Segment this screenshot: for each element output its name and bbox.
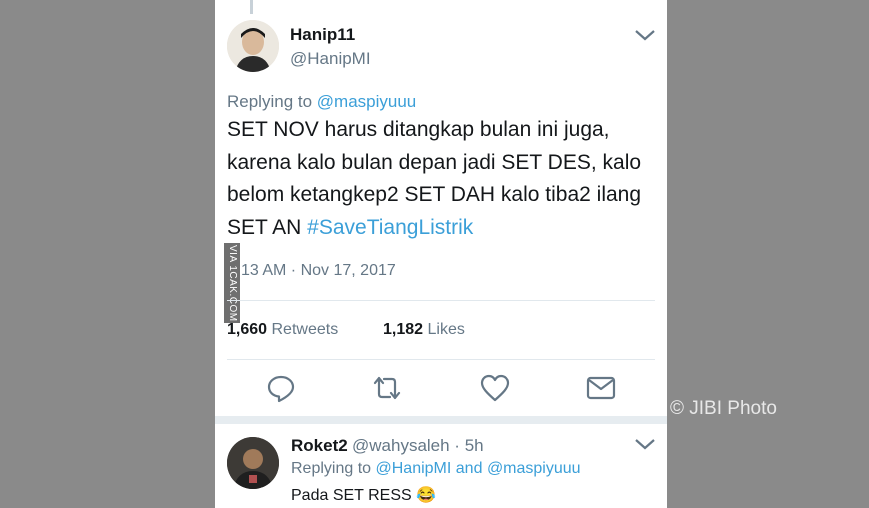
author-avatar[interactable] (227, 20, 279, 72)
reply-author-handle-time[interactable]: @wahysaleh · 5h (352, 436, 484, 456)
replying-label: Replying to (291, 460, 372, 477)
retweets-count: 1,660 (227, 321, 268, 338)
retweets-stat[interactable]: 1,660 Retweets (227, 321, 338, 339)
reply-author-avatar[interactable] (227, 437, 279, 489)
message-icon[interactable] (585, 372, 617, 404)
corner-watermark: © JIBI Photo (670, 398, 777, 419)
chevron-down-icon[interactable] (634, 28, 656, 42)
replying-label: Replying to (227, 92, 313, 111)
replying-to-line: Replying to @maspiyuuu (227, 92, 416, 112)
tweet-card: Hanip11 @HanipMI Replying to @maspiyuuu … (215, 0, 667, 508)
laughing-emoji-icon: 😂 (416, 487, 437, 504)
side-watermark: VIA 1CAK.COM (224, 243, 240, 323)
hashtag-link[interactable]: #SaveTiangListrik (307, 216, 473, 239)
reply-body: Pada SET RESS (291, 487, 412, 504)
chevron-down-icon[interactable] (634, 437, 656, 451)
tweet-text: SET NOV harus ditangkap bulan ini juga, … (227, 114, 659, 244)
reply-author-name[interactable]: Roket2 (291, 436, 348, 456)
retweets-label: Retweets (271, 321, 339, 338)
replying-to-link[interactable]: @HanipMI (376, 460, 452, 477)
likes-count: 1,182 (383, 321, 424, 338)
author-name[interactable]: Hanip11 (290, 25, 355, 45)
like-icon[interactable] (479, 372, 511, 404)
divider (227, 359, 655, 360)
tweet-timestamp[interactable]: 13 AM · Nov 17, 2017 (241, 262, 396, 280)
reply-separator (215, 416, 667, 424)
reply-icon[interactable] (265, 372, 297, 404)
divider (227, 300, 655, 301)
and-label: and (455, 460, 483, 477)
retweet-icon[interactable] (371, 372, 403, 404)
reply-replying-to-line: Replying to @HanipMI and @maspiyuuu (291, 460, 581, 478)
replying-to-link[interactable]: @maspiyuuu (317, 92, 416, 111)
author-handle[interactable]: @HanipMI (290, 49, 371, 69)
likes-stat[interactable]: 1,182 Likes (383, 321, 465, 339)
likes-label: Likes (427, 321, 465, 338)
thread-line (250, 0, 253, 14)
reply-text: Pada SET RESS 😂 (291, 485, 436, 505)
replying-to-link[interactable]: @maspiyuuu (487, 460, 581, 477)
